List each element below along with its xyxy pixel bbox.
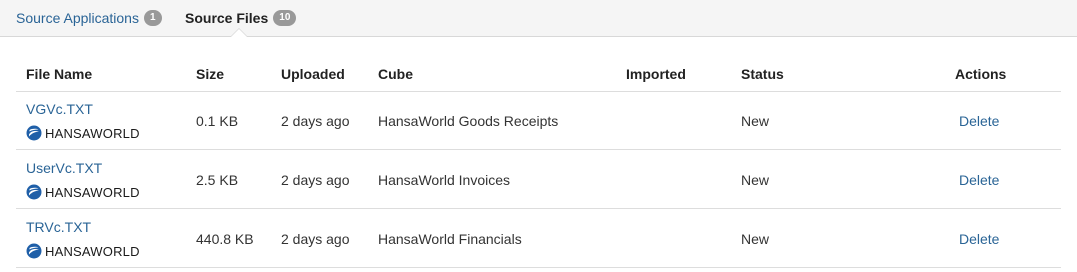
tab-bar: Source Applications 1 Source Files 10 — [0, 0, 1077, 37]
size-cell: 440.8 KB — [196, 231, 254, 247]
column-header-status[interactable]: Status — [741, 66, 784, 82]
table-row: TRVc.TXT HANSAWORLD 440.8 KB 2 days ago … — [16, 210, 1061, 268]
column-header-size[interactable]: Size — [196, 66, 224, 82]
status-cell: New — [741, 113, 770, 129]
uploaded-cell: 2 days ago — [281, 113, 350, 129]
table-row: UserVc.TXT HANSAWORLD 2.5 KB 2 days ago … — [16, 151, 1061, 209]
size-cell: 2.5 KB — [196, 172, 239, 188]
size-cell: 0.1 KB — [196, 113, 239, 129]
cube-cell: HansaWorld Invoices — [378, 172, 511, 188]
source-name: HANSAWORLD — [45, 184, 140, 200]
count-badge: 1 — [143, 10, 162, 26]
row-divider — [16, 267, 1061, 268]
column-header-cube[interactable]: Cube — [378, 66, 413, 82]
file-name-link[interactable]: TRVc.TXT — [26, 219, 91, 235]
source-logo: HANSAWORLD — [26, 124, 140, 142]
tab-label: Source Files — [185, 10, 269, 26]
delete-link[interactable]: Delete — [959, 113, 999, 129]
column-header-uploaded[interactable]: Uploaded — [281, 66, 345, 82]
hansaworld-logo-icon — [26, 184, 42, 200]
column-header-file-name[interactable]: File Name — [26, 66, 92, 82]
hansaworld-logo-icon — [26, 125, 42, 141]
file-name-link[interactable]: UserVc.TXT — [26, 160, 102, 176]
source-name: HANSAWORLD — [45, 243, 140, 259]
tab-source-applications[interactable]: Source Applications 1 — [16, 9, 162, 27]
count-badge: 10 — [273, 10, 297, 26]
uploaded-cell: 2 days ago — [281, 231, 350, 247]
delete-link[interactable]: Delete — [959, 231, 999, 247]
cube-cell: HansaWorld Goods Receipts — [378, 113, 559, 129]
file-name-link[interactable]: VGVc.TXT — [26, 101, 93, 117]
tab-label: Source Applications — [16, 10, 139, 26]
cube-cell: HansaWorld Financials — [378, 231, 522, 247]
table-row: VGVc.TXT HANSAWORLD 0.1 KB 2 days ago Ha… — [16, 92, 1061, 150]
hansaworld-logo-icon — [26, 243, 42, 259]
row-divider — [16, 149, 1061, 150]
delete-link[interactable]: Delete — [959, 172, 999, 188]
status-cell: New — [741, 231, 770, 247]
column-header-imported[interactable]: Imported — [626, 66, 686, 82]
uploaded-cell: 2 days ago — [281, 172, 350, 188]
status-cell: New — [741, 172, 770, 188]
source-logo: HANSAWORLD — [26, 242, 140, 260]
source-name: HANSAWORLD — [45, 125, 140, 141]
tab-source-files[interactable]: Source Files 10 — [185, 9, 297, 27]
source-logo: HANSAWORLD — [26, 183, 140, 201]
column-header-actions: Actions — [955, 66, 1007, 82]
row-divider — [16, 208, 1061, 209]
